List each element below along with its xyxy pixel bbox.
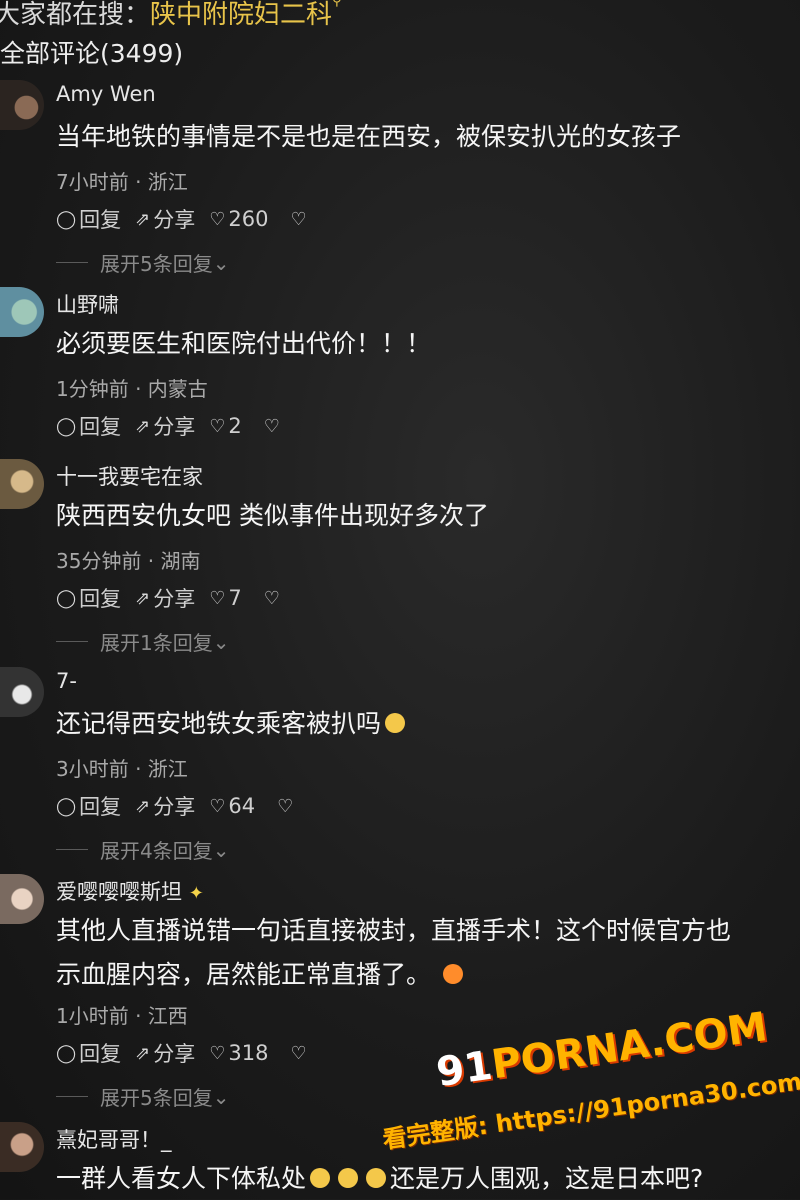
laugh-emoji-icon <box>442 964 463 984</box>
username[interactable]: 山野啸 <box>56 289 119 319</box>
like-button[interactable]: ♡ 2 <box>209 414 242 438</box>
share-arrow-icon: ⇗ <box>135 1042 151 1064</box>
username[interactable]: 十一我要宅在家 <box>56 461 203 491</box>
avatar[interactable] <box>0 459 44 509</box>
comment-bubble-icon: ◯ <box>56 208 77 230</box>
like-button[interactable]: ♡ 7 <box>209 586 242 610</box>
chevron-down-icon: ⌄ <box>212 1084 230 1109</box>
chevron-down-icon: ⌄ <box>212 250 230 275</box>
like-button[interactable]: ♡ 260 <box>209 207 268 231</box>
divider <box>56 641 88 642</box>
flushed-emoji-icon <box>366 1168 387 1188</box>
divider <box>56 1096 88 1097</box>
avatar[interactable] <box>0 287 44 337</box>
share-button[interactable]: ⇗ 分享 <box>135 411 195 441</box>
comment-actions: ◯ 回复 ⇗ 分享 ♡ 318 ♡ <box>56 1038 307 1068</box>
divider <box>56 262 88 263</box>
divider <box>56 849 88 850</box>
comment-bubble-icon: ◯ <box>56 415 77 437</box>
like-count: 318 <box>228 1041 269 1065</box>
smile-emoji-icon <box>385 713 406 733</box>
comment-meta: 35分钟前 · 湖南 <box>56 549 201 573</box>
username[interactable]: 爱嘤嘤嘤斯坦 ✦ <box>56 876 204 906</box>
like-button[interactable]: ♡ 64 <box>209 794 255 818</box>
comment-text: 其他人直播说错一句话直接被封，直播手术！这个时候官方也 <box>56 916 732 945</box>
like-count: 2 <box>228 414 242 438</box>
username[interactable]: 熹妃哥哥！_ <box>56 1124 172 1154</box>
heart-icon: ♡ <box>209 1042 226 1064</box>
avatar[interactable] <box>0 874 44 924</box>
like-count: 7 <box>228 586 242 610</box>
share-arrow-icon: ⇗ <box>135 208 151 230</box>
comment-text: 必须要医生和医院付出代价！！！ <box>56 329 432 358</box>
flushed-emoji-icon <box>338 1168 359 1188</box>
comment-meta: 1分钟前 · 内蒙古 <box>56 377 208 401</box>
comment-actions: ◯ 回复 ⇗ 分享 ♡ 7 ♡ <box>56 583 280 613</box>
avatar[interactable] <box>0 80 44 130</box>
share-arrow-icon: ⇗ <box>135 587 151 609</box>
comment-actions: ◯ 回复 ⇗ 分享 ♡ 64 ♡ <box>56 791 293 821</box>
like-count: 260 <box>228 207 269 231</box>
expand-replies[interactable]: 展开4条回复 ⌄ <box>56 835 230 864</box>
comment-actions: ◯ 回复 ⇗ 分享 ♡ 2 ♡ <box>56 411 280 441</box>
comment-meta: 7小时前 · 浙江 <box>56 170 188 194</box>
comment-meta: 3小时前 · 浙江 <box>56 757 188 781</box>
broken-heart-icon[interactable]: ♡ <box>277 796 293 817</box>
share-button[interactable]: ⇗ 分享 <box>135 1038 195 1068</box>
flushed-emoji-icon <box>310 1168 331 1188</box>
share-button[interactable]: ⇗ 分享 <box>135 791 195 821</box>
broken-heart-icon[interactable]: ♡ <box>264 416 280 437</box>
comment-text: 还记得西安地铁女乘客被扒吗 <box>56 705 800 742</box>
heart-icon: ♡ <box>209 795 226 817</box>
heart-icon: ♡ <box>209 587 226 609</box>
search-icon: ⚲ <box>332 0 342 9</box>
comment-count-title: 全部评论(3499) <box>0 39 184 68</box>
search-prefix: 大家都在搜： <box>0 0 151 30</box>
comment-bubble-icon: ◯ <box>56 587 77 609</box>
heart-icon: ♡ <box>209 415 226 437</box>
share-button[interactable]: ⇗ 分享 <box>135 204 195 234</box>
expand-replies[interactable]: 展开5条回复 ⌄ <box>56 248 230 277</box>
comment-actions: ◯ 回复 ⇗ 分享 ♡ 260 ♡ <box>56 204 307 234</box>
watermark-url: 看完整版: https://91porna30.com <box>380 1067 800 1155</box>
chevron-down-icon: ⌄ <box>212 837 230 862</box>
broken-heart-icon[interactable]: ♡ <box>264 588 280 609</box>
reply-button[interactable]: ◯ 回复 <box>56 204 121 234</box>
avatar[interactable] <box>0 667 44 717</box>
share-button[interactable]: ⇗ 分享 <box>135 583 195 613</box>
reply-button[interactable]: ◯ 回复 <box>56 791 121 821</box>
comment-text: 当年地铁的事情是不是也是在西安，被保安扒光的女孩子 <box>56 122 682 151</box>
avatar[interactable] <box>0 1122 44 1172</box>
sparkle-icon: ✦ <box>188 883 204 904</box>
reply-button[interactable]: ◯ 回复 <box>56 583 121 613</box>
chevron-down-icon: ⌄ <box>212 629 230 654</box>
broken-heart-icon[interactable]: ♡ <box>290 1043 306 1064</box>
comment-bubble-icon: ◯ <box>56 795 77 817</box>
comment-text: 陕西西安仇女吧 类似事件出现好多次了 <box>56 501 489 530</box>
search-keyword[interactable]: 陕中附院妇二科 <box>150 0 332 30</box>
heart-icon: ♡ <box>209 208 226 230</box>
reply-button[interactable]: ◯ 回复 <box>56 1038 121 1068</box>
share-arrow-icon: ⇗ <box>135 795 151 817</box>
expand-replies[interactable]: 展开5条回复 ⌄ <box>56 1082 230 1111</box>
share-arrow-icon: ⇗ <box>135 415 151 437</box>
username[interactable]: Amy Wen <box>56 82 156 106</box>
expand-replies[interactable]: 展开1条回复 ⌄ <box>56 627 230 656</box>
comment-meta: 1小时前 · 江西 <box>56 1004 188 1028</box>
comment-text: 一群人看女人下体私处 还是万人围观，这是日本吧? <box>56 1164 704 1193</box>
username[interactable]: 7- <box>56 669 77 693</box>
like-count: 64 <box>228 794 256 818</box>
search-suggestion[interactable]: 大家都在搜：陕中附院妇二科⚲ <box>0 0 342 31</box>
comment-bubble-icon: ◯ <box>56 1042 77 1064</box>
like-button[interactable]: ♡ 318 <box>209 1041 268 1065</box>
reply-button[interactable]: ◯ 回复 <box>56 411 121 441</box>
broken-heart-icon[interactable]: ♡ <box>290 209 306 230</box>
comment-text-line2: 示血腥内容，居然能正常直播了。 <box>56 956 800 993</box>
watermark-logo: 91PORNA.COM <box>433 1004 771 1096</box>
